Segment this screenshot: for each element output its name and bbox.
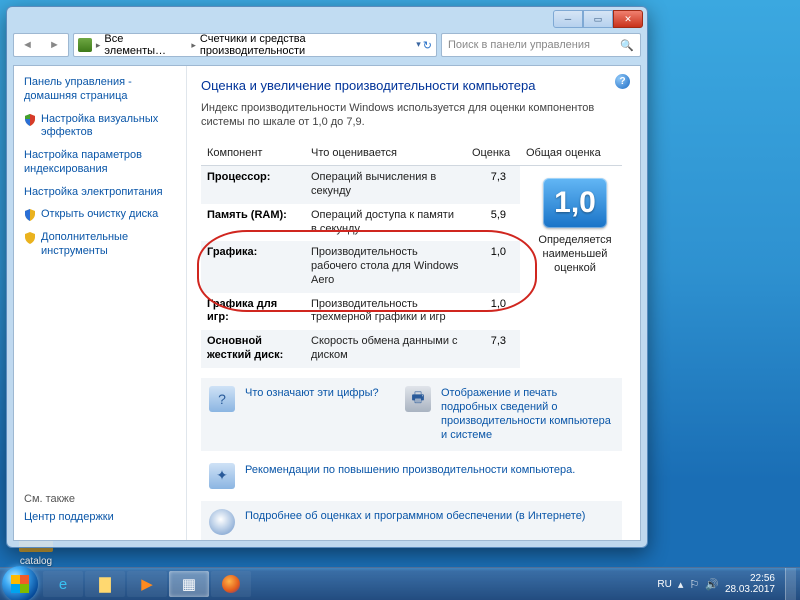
row-desc: Операций вычисления в секунду [305,166,466,204]
row-desc: Операций доступа к памяти в секунду [305,204,466,242]
printer-icon: 🖶 [405,386,431,412]
breadcrumb[interactable]: ▸ Все элементы… ▸ Счетчики и средства пр… [73,33,437,57]
forward-icon: ► [49,39,60,51]
volume-icon[interactable]: 🔊 [705,578,719,591]
nav-back-forward[interactable]: ◄ ► [13,33,69,57]
clock-time: 22:56 [725,573,775,584]
taskbar-explorer[interactable]: ▇ [85,571,125,597]
page-title: Оценка и увеличение производительности к… [201,78,622,93]
breadcrumb-root: Все элементы… [104,33,187,57]
row-desc: Производительность рабочего стола для Wi… [305,241,466,292]
intro-text: Индекс производительности Windows исполь… [201,101,622,130]
link-what-numbers[interactable]: Что означают эти цифры? [245,386,395,400]
see-also-heading: См. также [24,493,176,505]
row-name: Процессор: [201,166,305,204]
show-desktop-button[interactable] [785,568,796,600]
control-panel-icon [78,38,92,52]
chevron-down-icon[interactable]: ▾ [416,39,421,52]
tray-chevron-icon[interactable]: ▴ [678,578,684,591]
sidebar-support-link[interactable]: Центр поддержки [24,511,176,525]
row-score: 1,0 [466,293,520,331]
folder-icon: ▇ [99,575,111,593]
row-name: Графика для игр: [201,293,305,331]
help-icon[interactable]: ? [615,74,630,89]
col-component: Компонент [201,142,305,166]
help-badge-icon: ? [209,386,235,412]
system-tray: RU ▴ ⚐ 🔊 22:56 28.03.2017 [657,568,800,600]
taskbar-firefox[interactable] [211,571,251,597]
taskbar-ie[interactable]: e [43,571,83,597]
link-row: Подробнее об оценках и программном обесп… [201,501,622,540]
search-input[interactable]: Поиск в панели управления 🔍 [441,33,641,57]
link-print-details[interactable]: Отображение и печать подробных сведений … [441,386,614,443]
firefox-icon [222,575,240,593]
row-name: Основной жесткий диск: [201,330,305,368]
flag-icon[interactable]: ⚐ [689,578,699,591]
sidebar-item-power[interactable]: Настройка электропитания [24,186,176,200]
start-button[interactable] [2,566,38,600]
col-what: Что оценивается [305,142,466,166]
breadcrumb-current: Счетчики и средства производительности [200,33,412,57]
close-button[interactable]: ✕ [613,10,643,28]
row-score: 7,3 [466,166,520,204]
sidebar-item-disk-cleanup[interactable]: Открыть очистку диска [41,208,158,222]
row-name: Память (RAM): [201,204,305,242]
col-overall: Общая оценка [520,142,622,166]
tray-lang[interactable]: RU [657,579,671,590]
shield-icon [24,114,36,126]
window-icon: ▦ [182,575,196,593]
taskbar-control-panel[interactable]: ▦ [169,571,209,597]
score-table: Компонент Что оценивается Оценка Общая о… [201,142,622,368]
sidebar: Панель управления - домашняя страница На… [14,66,187,540]
overall-caption: Определяется наименьшей оценкой [526,234,624,275]
maximize-button[interactable]: ▭ [583,10,613,28]
search-placeholder: Поиск в панели управления [448,39,590,51]
link-row: ✦ Рекомендации по повышению производител… [201,455,622,497]
taskbar-media[interactable]: ▶ [127,571,167,597]
taskbar: e ▇ ▶ ▦ RU ▴ ⚐ 🔊 22:56 28.03.2017 [0,567,800,600]
link-recommendations[interactable]: Рекомендации по повышению производительн… [245,463,575,477]
back-icon: ◄ [22,39,33,51]
shield-icon [24,209,36,221]
sidebar-item-advanced-tools[interactable]: Дополнительные инструменты [41,231,176,259]
refresh-icon[interactable]: ↻ [423,39,432,52]
row-name: Графика: [201,241,305,292]
clock-date: 28.03.2017 [725,584,775,595]
disc-icon [209,509,235,535]
sidebar-item-visual-effects[interactable]: Настройка визуальных эффектов [41,113,176,141]
overall-score-value: 1,0 [543,178,607,228]
col-score: Оценка [466,142,520,166]
tips-icon: ✦ [209,463,235,489]
row-score: 5,9 [466,204,520,242]
desktop-icon-label: catalog [6,556,66,567]
table-row: Процессор: Операций вычисления в секунду… [201,166,622,204]
shield-icon [24,232,36,244]
minimize-button[interactable]: ─ [553,10,583,28]
row-score: 1,0 [466,241,520,292]
row-desc: Скорость обмена данными с диском [305,330,466,368]
ie-icon: e [59,576,67,593]
main-pane: ? Оценка и увеличение производительности… [187,66,640,540]
chevron-right-icon: ▸ [191,40,196,51]
row-score: 7,3 [466,330,520,368]
window-titlebar[interactable]: ─ ▭ ✕ [7,7,647,31]
sidebar-home-link[interactable]: Панель управления - домашняя страница [24,76,176,104]
chevron-right-icon: ▸ [96,40,101,51]
tray-clock[interactable]: 22:56 28.03.2017 [725,573,775,595]
row-desc: Производительность трехмерной графики и … [305,293,466,331]
sidebar-item-indexing[interactable]: Настройка параметров индексирования [24,149,176,177]
control-panel-window: ─ ▭ ✕ ◄ ► ▸ Все элементы… ▸ Счетчики и с… [6,6,648,548]
wmp-icon: ▶ [141,575,153,593]
link-row: ? Что означают эти цифры? 🖶 Отображение … [201,378,622,451]
overall-score-box: 1,0 Определяется наименьшей оценкой [526,178,624,275]
search-icon: 🔍 [620,39,634,52]
link-learn-more[interactable]: Подробнее об оценках и программном обесп… [245,509,585,523]
